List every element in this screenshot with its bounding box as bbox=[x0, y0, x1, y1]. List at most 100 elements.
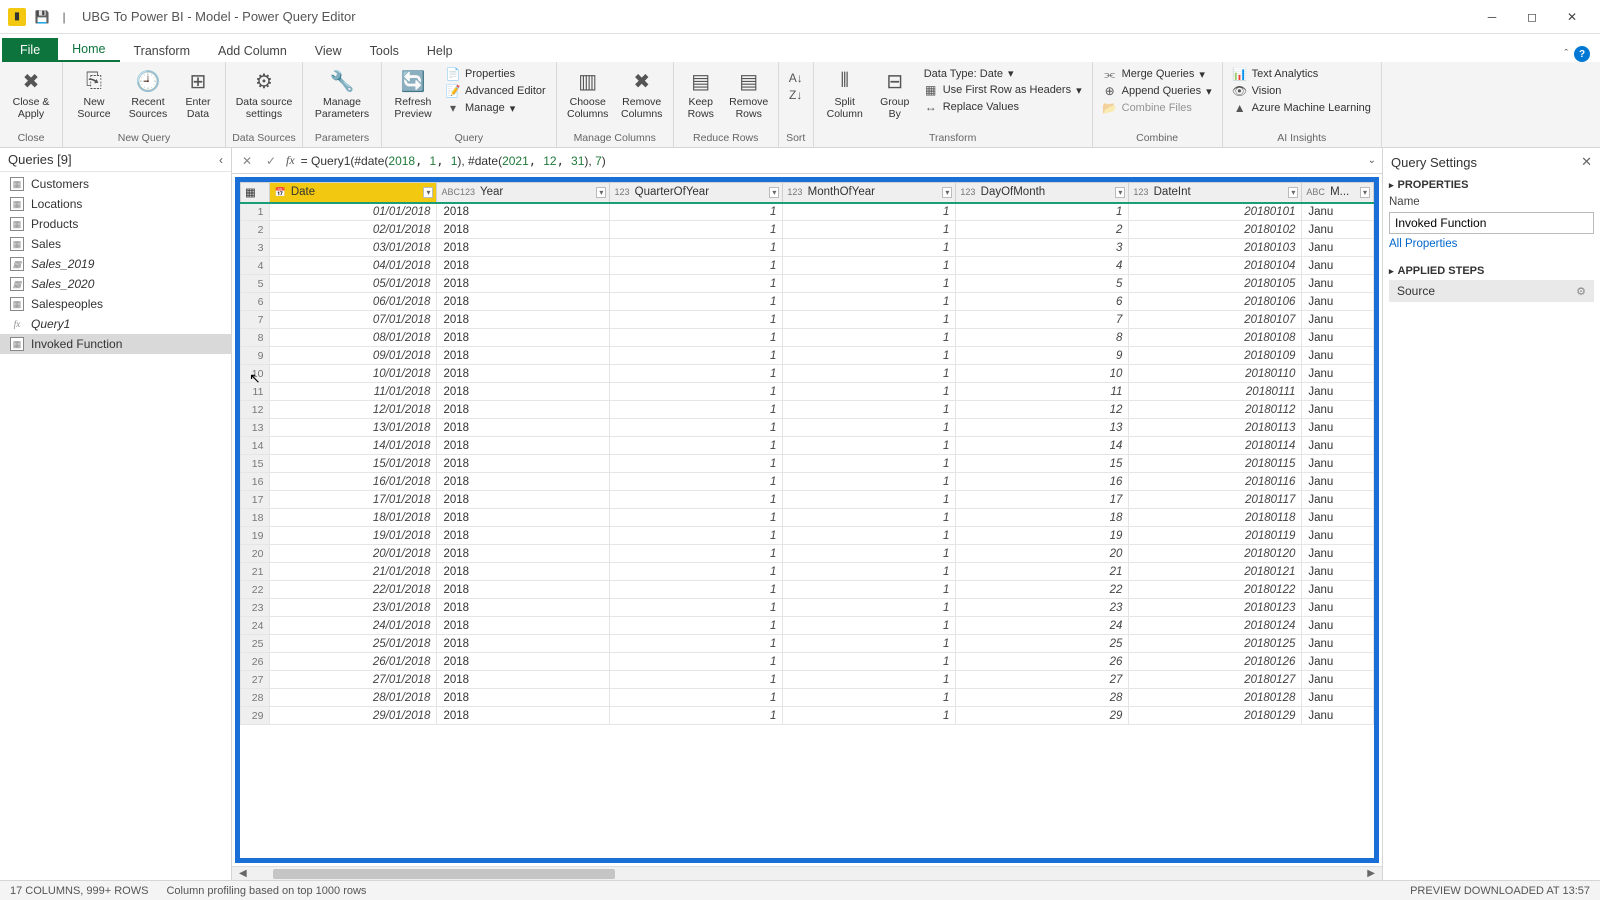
column-header-dayofmonth[interactable]: 123 DayOfMonth▾ bbox=[956, 183, 1129, 203]
query-item-sales_2019[interactable]: ▦Sales_2019 bbox=[0, 254, 231, 274]
formula-expand-icon[interactable]: ⌄ bbox=[1368, 155, 1376, 166]
cell-year[interactable]: 2018 bbox=[437, 599, 610, 617]
table-row[interactable]: 1717/01/20182018111720180117Janu bbox=[241, 491, 1374, 509]
cell-year[interactable]: 2018 bbox=[437, 653, 610, 671]
cell-day[interactable]: 3 bbox=[956, 239, 1129, 257]
cell-month[interactable]: 1 bbox=[783, 599, 956, 617]
cell-dateint[interactable]: 20180125 bbox=[1129, 635, 1302, 653]
cell-quarter[interactable]: 1 bbox=[610, 563, 783, 581]
cell-year[interactable]: 2018 bbox=[437, 401, 610, 419]
cell-date[interactable]: 05/01/2018 bbox=[270, 275, 437, 293]
table-row[interactable]: 1919/01/20182018111920180119Janu bbox=[241, 527, 1374, 545]
cell-dateint[interactable]: 20180122 bbox=[1129, 581, 1302, 599]
advanced-editor-button[interactable]: 📝Advanced Editor bbox=[442, 83, 550, 99]
manage-parameters-button[interactable]: 🔧Manage Parameters bbox=[309, 64, 375, 122]
cell-date[interactable]: 21/01/2018 bbox=[270, 563, 437, 581]
cell-month[interactable]: 1 bbox=[783, 545, 956, 563]
cell-month[interactable]: 1 bbox=[783, 329, 956, 347]
data-source-settings-button[interactable]: ⚙Data source settings bbox=[232, 64, 296, 122]
cell-year[interactable]: 2018 bbox=[437, 293, 610, 311]
tab-file[interactable]: File bbox=[2, 38, 58, 62]
recent-sources-button[interactable]: 🕘Recent Sources bbox=[123, 64, 173, 122]
cell-month[interactable]: 1 bbox=[783, 473, 956, 491]
scroll-thumb[interactable] bbox=[273, 869, 616, 879]
cell-date[interactable]: 20/01/2018 bbox=[270, 545, 437, 563]
cell-day[interactable]: 15 bbox=[956, 455, 1129, 473]
cell-dateint[interactable]: 20180116 bbox=[1129, 473, 1302, 491]
cell-date[interactable]: 28/01/2018 bbox=[270, 689, 437, 707]
cell-year[interactable]: 2018 bbox=[437, 473, 610, 491]
cell-day[interactable]: 4 bbox=[956, 257, 1129, 275]
append-queries-button[interactable]: ⊕Append Queries ▾ bbox=[1099, 83, 1216, 99]
table-row[interactable]: 2626/01/20182018112620180126Janu bbox=[241, 653, 1374, 671]
cell-day[interactable]: 2 bbox=[956, 221, 1129, 239]
cell-day[interactable]: 6 bbox=[956, 293, 1129, 311]
table-row[interactable]: 2828/01/20182018112820180128Janu bbox=[241, 689, 1374, 707]
first-row-headers-button[interactable]: ▦Use First Row as Headers ▾ bbox=[920, 82, 1086, 98]
table-row[interactable]: 1010/01/20182018111020180110Janu bbox=[241, 365, 1374, 383]
cell-dateint[interactable]: 20180102 bbox=[1129, 221, 1302, 239]
collapse-properties-icon[interactable]: ▸ bbox=[1389, 180, 1394, 191]
cell-date[interactable]: 27/01/2018 bbox=[270, 671, 437, 689]
cell-monthname[interactable]: Janu bbox=[1302, 671, 1374, 689]
cell-dateint[interactable]: 20180112 bbox=[1129, 401, 1302, 419]
cell-month[interactable]: 1 bbox=[783, 419, 956, 437]
column-header-quarterofyear[interactable]: 123 QuarterOfYear▾ bbox=[610, 183, 783, 203]
cell-month[interactable]: 1 bbox=[783, 527, 956, 545]
table-row[interactable]: 808/01/2018201811820180108Janu bbox=[241, 329, 1374, 347]
properties-button[interactable]: 📄Properties bbox=[442, 66, 550, 82]
cell-month[interactable]: 1 bbox=[783, 707, 956, 725]
cell-quarter[interactable]: 1 bbox=[610, 689, 783, 707]
table-row[interactable]: 303/01/2018201811320180103Janu bbox=[241, 239, 1374, 257]
cell-dateint[interactable]: 20180126 bbox=[1129, 653, 1302, 671]
sort-desc-button[interactable]: Z↓ bbox=[785, 87, 807, 103]
cell-dateint[interactable]: 20180101 bbox=[1129, 203, 1302, 221]
cell-month[interactable]: 1 bbox=[783, 437, 956, 455]
cell-year[interactable]: 2018 bbox=[437, 383, 610, 401]
refresh-preview-button[interactable]: 🔄Refresh Preview bbox=[388, 64, 438, 122]
cell-date[interactable]: 15/01/2018 bbox=[270, 455, 437, 473]
query-item-products[interactable]: ▦Products bbox=[0, 214, 231, 234]
cell-day[interactable]: 12 bbox=[956, 401, 1129, 419]
azure-ml-button[interactable]: ▲Azure Machine Learning bbox=[1229, 100, 1375, 116]
table-row[interactable]: 2727/01/20182018112720180127Janu bbox=[241, 671, 1374, 689]
text-analytics-button[interactable]: 📊Text Analytics bbox=[1229, 66, 1375, 82]
cell-month[interactable]: 1 bbox=[783, 671, 956, 689]
cell-day[interactable]: 11 bbox=[956, 383, 1129, 401]
cell-date[interactable]: 17/01/2018 bbox=[270, 491, 437, 509]
table-row[interactable]: 2929/01/20182018112920180129Janu bbox=[241, 707, 1374, 725]
cell-quarter[interactable]: 1 bbox=[610, 455, 783, 473]
cell-monthname[interactable]: Janu bbox=[1302, 509, 1374, 527]
table-row[interactable]: 1616/01/20182018111620180116Janu bbox=[241, 473, 1374, 491]
table-row[interactable]: 707/01/2018201811720180107Janu bbox=[241, 311, 1374, 329]
cell-quarter[interactable]: 1 bbox=[610, 617, 783, 635]
cell-date[interactable]: 08/01/2018 bbox=[270, 329, 437, 347]
choose-columns-button[interactable]: ▥Choose Columns bbox=[563, 64, 613, 122]
cell-month[interactable]: 1 bbox=[783, 257, 956, 275]
cell-date[interactable]: 01/01/2018 bbox=[270, 203, 437, 221]
cell-dateint[interactable]: 20180108 bbox=[1129, 329, 1302, 347]
cell-month[interactable]: 1 bbox=[783, 401, 956, 419]
cell-dateint[interactable]: 20180114 bbox=[1129, 437, 1302, 455]
save-icon[interactable]: 💾 bbox=[34, 9, 50, 25]
cell-day[interactable]: 25 bbox=[956, 635, 1129, 653]
cell-dateint[interactable]: 20180124 bbox=[1129, 617, 1302, 635]
cell-date[interactable]: 03/01/2018 bbox=[270, 239, 437, 257]
cell-date[interactable]: 24/01/2018 bbox=[270, 617, 437, 635]
cell-quarter[interactable]: 1 bbox=[610, 365, 783, 383]
column-header-monthofyear[interactable]: 123 MonthOfYear▾ bbox=[783, 183, 956, 203]
cell-monthname[interactable]: Janu bbox=[1302, 455, 1374, 473]
split-column-button[interactable]: ⫴Split Column bbox=[820, 64, 870, 122]
cell-dateint[interactable]: 20180115 bbox=[1129, 455, 1302, 473]
cell-monthname[interactable]: Janu bbox=[1302, 635, 1374, 653]
tab-add-column[interactable]: Add Column bbox=[204, 40, 301, 62]
maximize-button[interactable]: ◻ bbox=[1512, 3, 1552, 31]
cell-dateint[interactable]: 20180118 bbox=[1129, 509, 1302, 527]
cell-year[interactable]: 2018 bbox=[437, 617, 610, 635]
cell-date[interactable]: 13/01/2018 bbox=[270, 419, 437, 437]
table-row[interactable]: 2323/01/20182018112320180123Janu bbox=[241, 599, 1374, 617]
cell-day[interactable]: 22 bbox=[956, 581, 1129, 599]
cell-quarter[interactable]: 1 bbox=[610, 383, 783, 401]
cell-quarter[interactable]: 1 bbox=[610, 239, 783, 257]
step-source[interactable]: Source ⚙ bbox=[1389, 280, 1594, 302]
